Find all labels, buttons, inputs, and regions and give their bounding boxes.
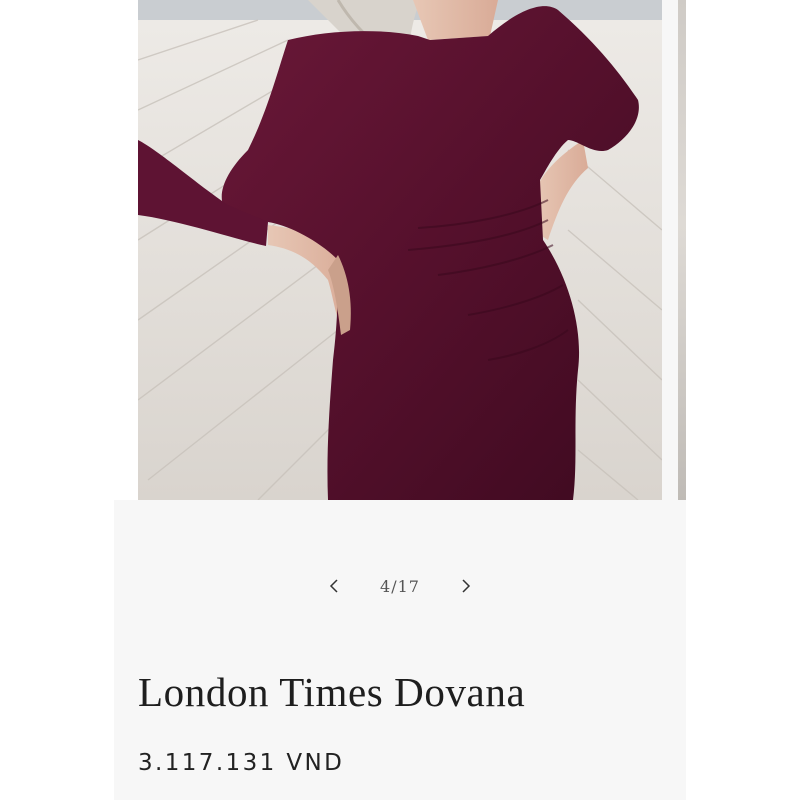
- chevron-left-icon: [329, 579, 338, 593]
- product-image[interactable]: [138, 0, 662, 500]
- gallery-left-margin: [114, 0, 138, 500]
- slide-counter: 4/17: [380, 576, 420, 596]
- next-slide-button[interactable]: [436, 568, 494, 604]
- previous-slide-button[interactable]: [306, 568, 364, 604]
- product-price: 3.117.131 VND: [138, 750, 345, 776]
- product-photo: [138, 0, 662, 500]
- chevron-right-icon: [462, 579, 471, 593]
- product-title: London Times Dovana: [138, 669, 526, 715]
- next-image-peek[interactable]: [678, 0, 686, 500]
- slider-controls: 4/17: [114, 568, 686, 604]
